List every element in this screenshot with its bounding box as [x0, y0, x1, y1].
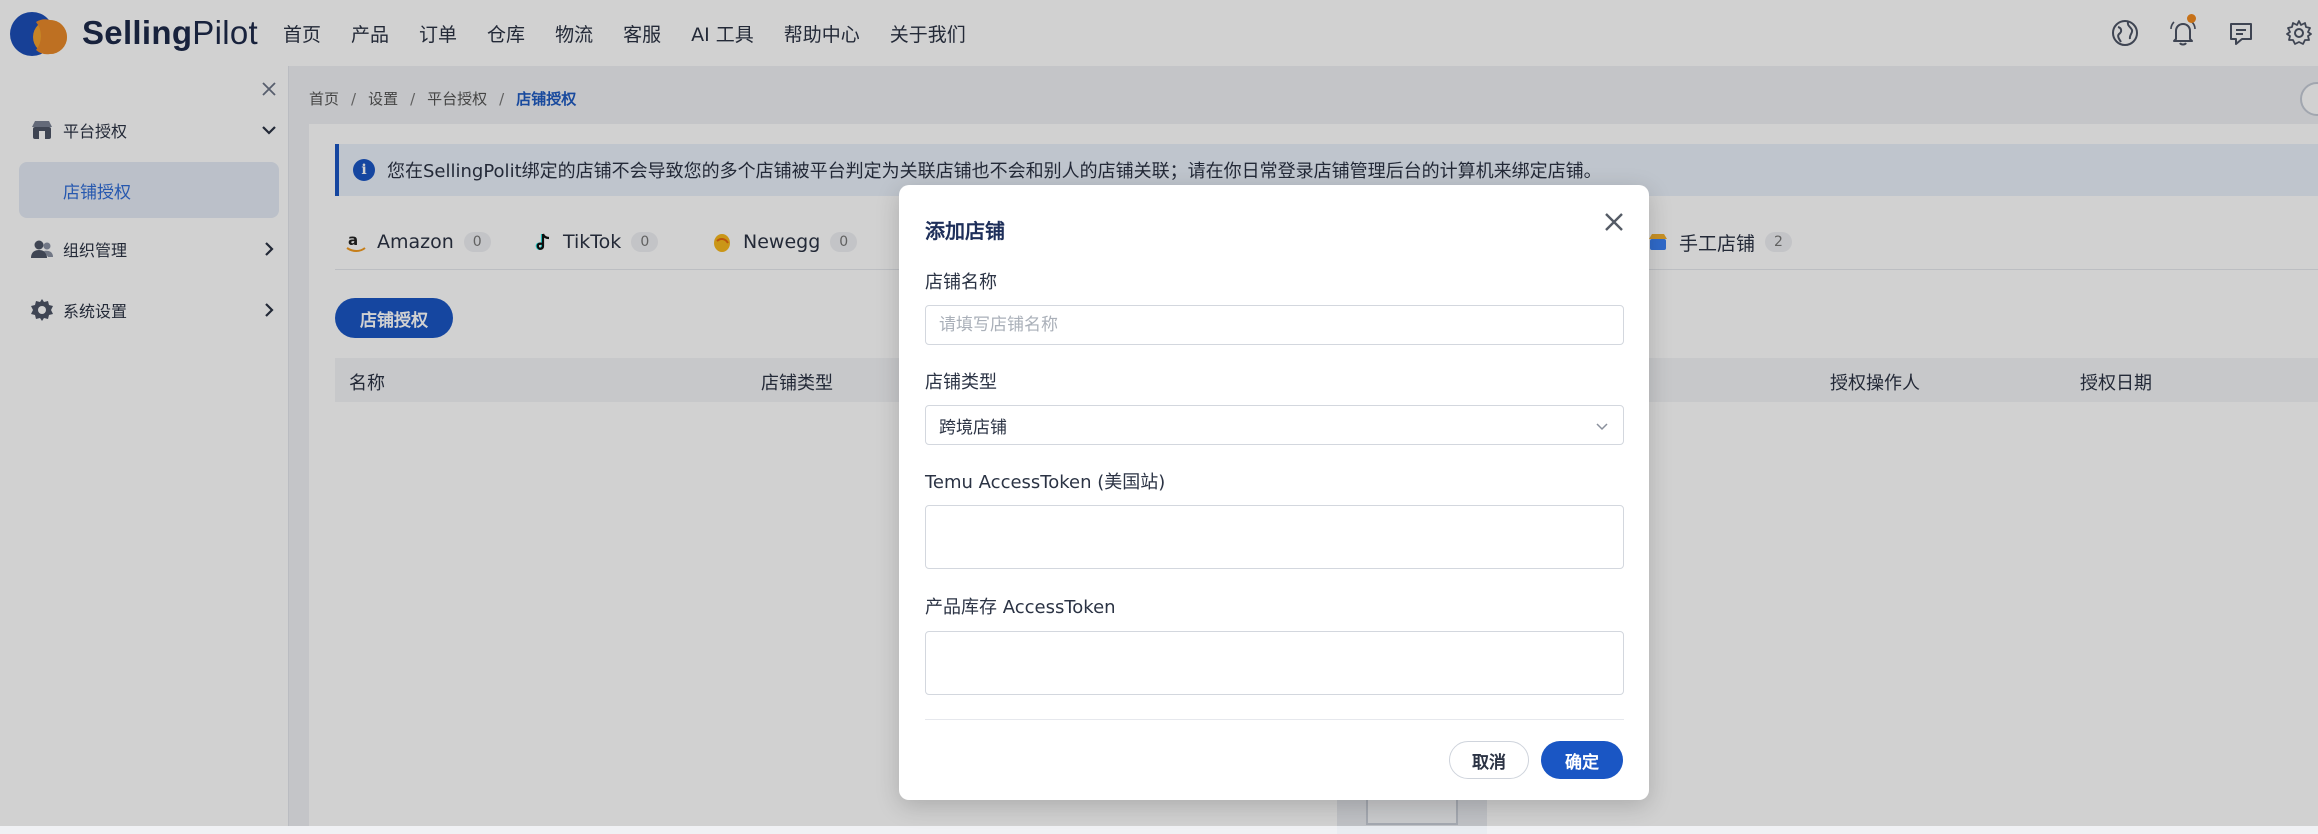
temu-token-label: Temu AccessToken (美国站)	[925, 472, 1166, 493]
stock-token-input[interactable]	[925, 631, 1624, 695]
store-name-label: 店铺名称	[925, 272, 997, 293]
store-type-select[interactable]: 跨境店铺	[925, 405, 1624, 445]
cancel-button[interactable]: 取消	[1449, 741, 1529, 779]
store-type-value: 跨境店铺	[939, 417, 1007, 438]
dialog-title: 添加店铺	[925, 219, 1005, 243]
close-icon[interactable]	[1603, 211, 1625, 233]
chevron-down-icon	[1596, 423, 1608, 431]
add-store-dialog: 添加店铺 店铺名称 店铺类型 跨境店铺 Temu AccessToken (美国…	[899, 185, 1649, 800]
stock-token-label: 产品库存 AccessToken	[925, 597, 1116, 618]
dialog-divider	[925, 719, 1624, 720]
store-type-label: 店铺类型	[925, 372, 997, 393]
temu-token-input[interactable]	[925, 505, 1624, 569]
store-name-input[interactable]	[925, 305, 1624, 345]
confirm-button[interactable]: 确定	[1541, 741, 1623, 779]
